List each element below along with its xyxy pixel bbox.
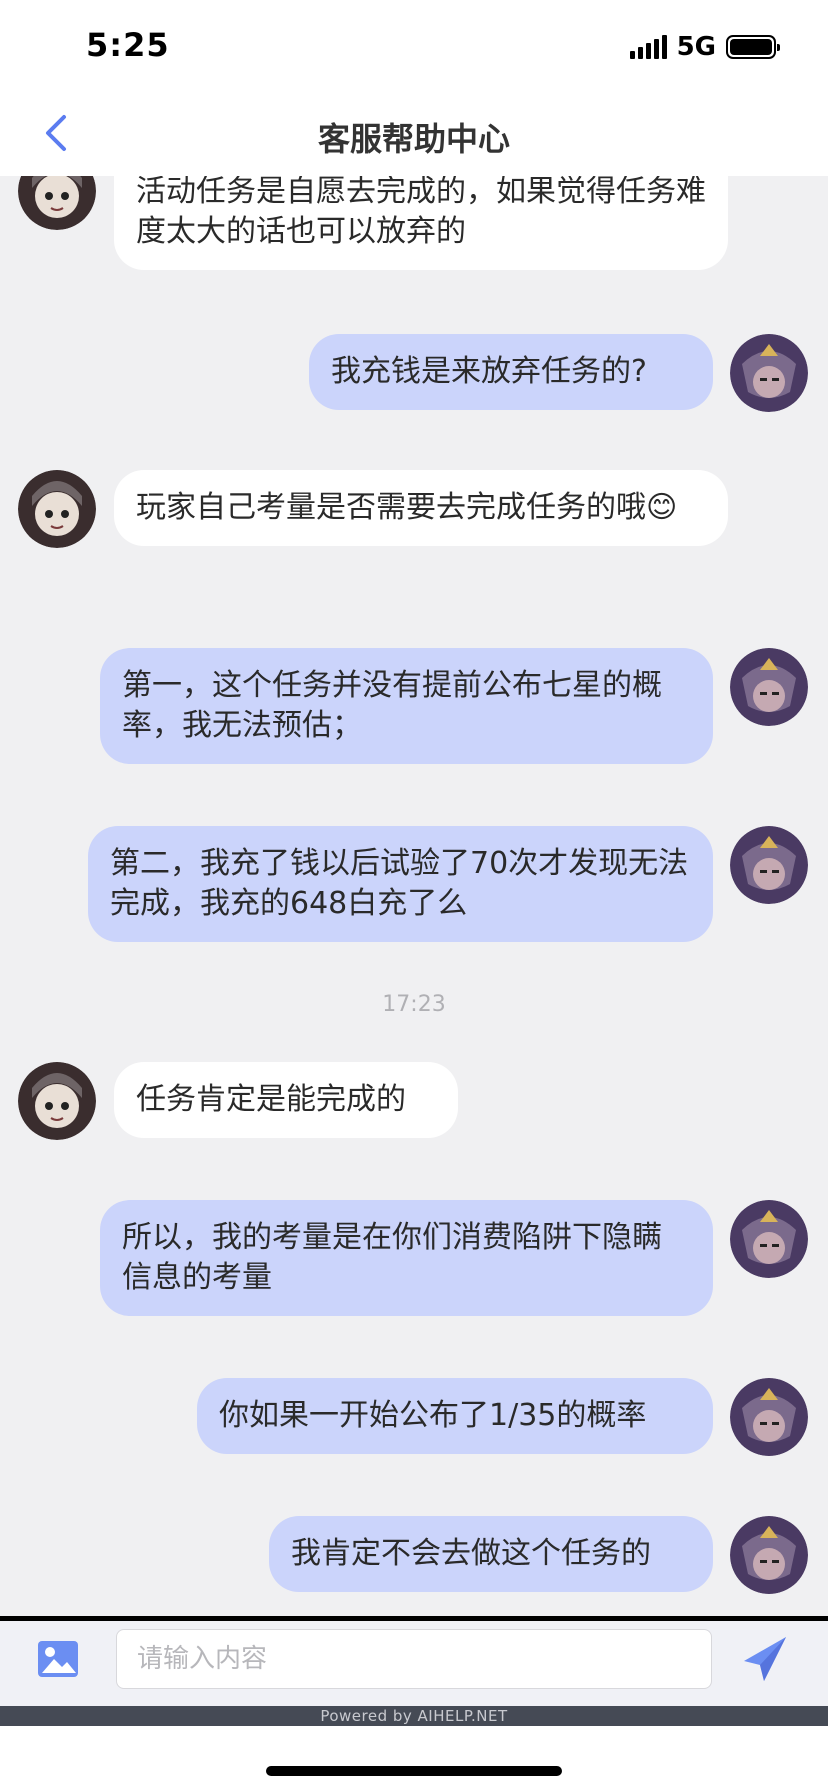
status-bar: 5:25 5G <box>0 0 828 92</box>
image-upload-button[interactable] <box>36 1637 80 1681</box>
user-avatar <box>730 1200 808 1278</box>
user-avatar <box>730 826 808 904</box>
status-icons: 5G <box>629 32 780 62</box>
battery-icon <box>726 35 780 59</box>
message-bubble: 我充钱是来放弃任务的? <box>309 334 713 410</box>
network-label: 5G <box>676 32 716 62</box>
home-indicator <box>266 1766 562 1776</box>
message-timestamp: 17:23 <box>382 992 446 1017</box>
user-avatar <box>730 334 808 412</box>
status-time: 5:25 <box>86 26 170 64</box>
message-bubble: 活动任务是自愿去完成的，如果觉得任务难度太大的话也可以放弃的 <box>114 176 728 270</box>
message-bubble: 第一，这个任务并没有提前公布七星的概率，我无法预估； <box>100 648 713 764</box>
image-icon <box>38 1641 78 1677</box>
chat-area[interactable]: 活动任务是自愿去完成的，如果觉得任务难度太大的话也可以放弃的 我充钱是来放弃任务… <box>0 176 828 1616</box>
send-icon <box>744 1637 786 1681</box>
message-bubble: 玩家自己考量是否需要去完成任务的哦😊 <box>114 470 728 546</box>
input-bar <box>0 1616 828 1706</box>
user-avatar <box>730 1516 808 1594</box>
user-avatar <box>730 648 808 726</box>
message-bubble: 任务肯定是能完成的 <box>114 1062 458 1138</box>
message-bubble: 你如果一开始公布了1/35的概率 <box>197 1378 713 1454</box>
message-bubble: 所以，我的考量是在你们消费陷阱下隐瞒信息的考量 <box>100 1200 713 1316</box>
message-input[interactable] <box>116 1629 712 1689</box>
powered-by-footer: Powered by AIHELP.NET <box>0 1706 828 1726</box>
user-avatar <box>730 1378 808 1456</box>
agent-avatar <box>18 176 96 230</box>
message-bubble: 第二，我充了钱以后试验了70次才发现无法完成，我充的648白充了么 <box>88 826 713 942</box>
agent-avatar <box>18 1062 96 1140</box>
page-title: 客服帮助中心 <box>317 120 510 158</box>
nav-bar: 客服帮助中心 <box>0 92 828 176</box>
signal-icon <box>629 35 667 59</box>
agent-avatar <box>18 470 96 548</box>
send-button[interactable] <box>740 1633 792 1685</box>
message-bubble: 我肯定不会去做这个任务的 <box>269 1516 713 1592</box>
